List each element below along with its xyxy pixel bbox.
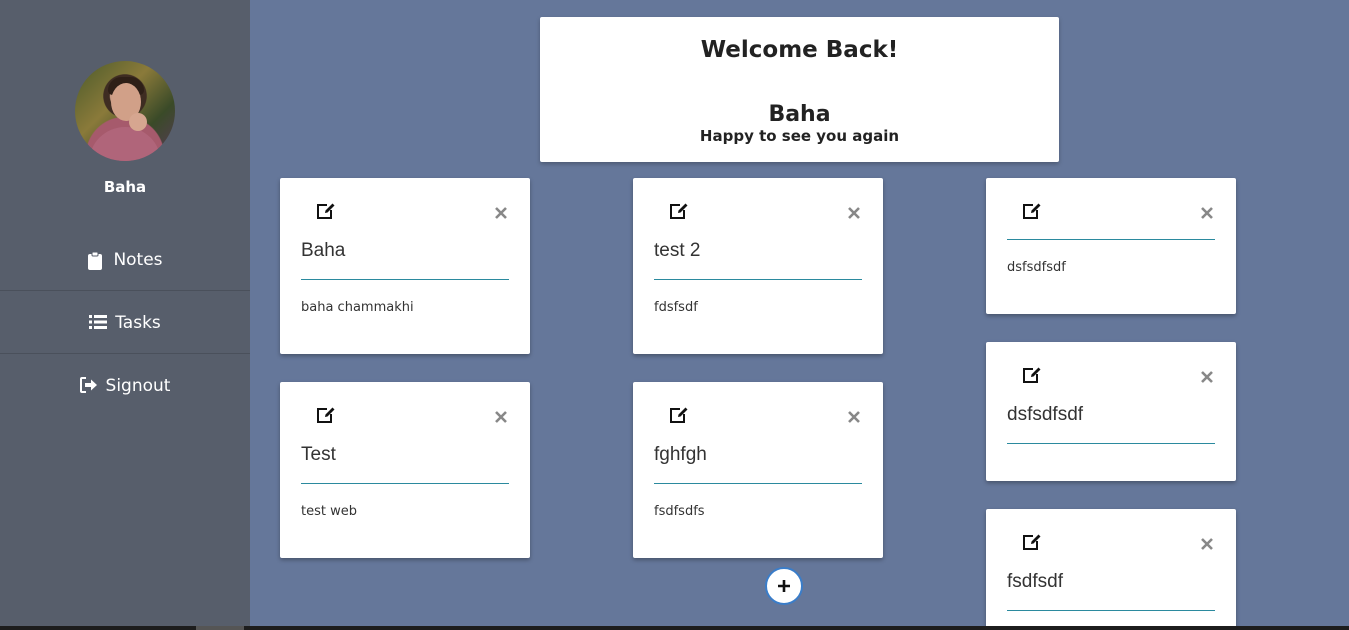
close-icon[interactable] <box>1200 205 1214 219</box>
divider <box>654 279 862 280</box>
sidebar-username: Baha <box>103 178 147 196</box>
sidebar-item-signout[interactable]: Signout <box>0 354 250 417</box>
welcome-card: Welcome Back! Baha Happy to see you agai… <box>540 17 1059 162</box>
sidebar-item-label: Tasks <box>115 312 161 333</box>
close-icon[interactable] <box>1200 369 1214 383</box>
note-body[interactable]: test web <box>301 504 509 519</box>
sidebar-item-tasks[interactable]: Tasks <box>0 291 250 354</box>
note-card: Baha baha chammakhi <box>280 178 530 354</box>
edit-icon[interactable] <box>316 406 336 424</box>
edit-icon[interactable] <box>1022 366 1042 384</box>
note-title[interactable]: Test <box>301 444 509 466</box>
edit-icon[interactable] <box>1022 533 1042 551</box>
sidebar-item-label: Notes <box>113 249 163 270</box>
close-icon[interactable] <box>847 409 861 423</box>
horizontal-scrollbar[interactable] <box>0 626 1349 630</box>
divider <box>1007 239 1215 240</box>
note-card: fsdfsdf <box>986 509 1236 630</box>
edit-icon[interactable] <box>669 406 689 424</box>
edit-icon[interactable] <box>1022 202 1042 220</box>
plus-icon <box>777 579 791 593</box>
divider <box>654 483 862 484</box>
note-card: Test test web <box>280 382 530 558</box>
note-card: dsfsdfsdf <box>986 342 1236 481</box>
divider <box>301 279 509 280</box>
note-title[interactable]: fghfgh <box>654 444 862 466</box>
note-card: fghfgh fsdfsdfs <box>633 382 883 558</box>
note-title[interactable]: dsfsdfsdf <box>1007 404 1215 426</box>
sidebar-item-label: Signout <box>105 375 171 396</box>
welcome-subtitle: Happy to see you again <box>699 127 900 145</box>
add-note-button[interactable] <box>765 567 803 605</box>
welcome-title: Welcome Back! <box>700 37 899 63</box>
note-body[interactable]: fsdfsdfs <box>654 504 862 519</box>
note-card: test 2 fdsfsdf <box>633 178 883 354</box>
signout-icon <box>79 376 98 395</box>
note-title[interactable]: Baha <box>301 240 509 262</box>
close-icon[interactable] <box>847 205 861 219</box>
note-body[interactable]: dsfsdfsdf <box>1007 260 1215 275</box>
edit-icon[interactable] <box>316 202 336 220</box>
list-icon <box>89 314 108 332</box>
welcome-name: Baha <box>768 102 831 127</box>
note-body[interactable]: fdsfsdf <box>654 300 862 315</box>
note-title[interactable]: test 2 <box>654 240 862 262</box>
close-icon[interactable] <box>1200 536 1214 550</box>
divider <box>1007 443 1215 444</box>
divider <box>301 483 509 484</box>
close-icon[interactable] <box>494 205 508 219</box>
edit-icon[interactable] <box>669 202 689 220</box>
close-icon[interactable] <box>494 409 508 423</box>
sidebar: Baha Notes Tasks Signout <box>0 0 250 630</box>
note-title[interactable]: fsdfsdf <box>1007 571 1215 593</box>
clipboard-icon <box>87 251 105 270</box>
scrollbar-thumb[interactable] <box>196 626 244 630</box>
divider <box>1007 610 1215 611</box>
sidebar-item-notes[interactable]: Notes <box>0 228 250 291</box>
note-body[interactable]: baha chammakhi <box>301 300 509 315</box>
note-card: dsfsdfsdf <box>986 178 1236 314</box>
avatar <box>75 61 175 161</box>
